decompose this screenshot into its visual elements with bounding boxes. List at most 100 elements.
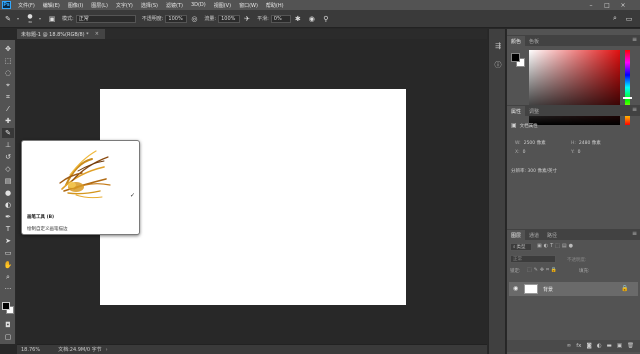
width-key: W: — [515, 141, 521, 146]
height-value[interactable]: 2480 像素 — [579, 141, 601, 146]
eye-icon[interactable]: ◉ — [513, 285, 518, 292]
lock-icon[interactable]: 🔒 — [621, 285, 628, 292]
history-brush-tool-icon[interactable]: ↺ — [2, 152, 14, 162]
eraser-tool-icon[interactable]: ◇ — [2, 164, 14, 174]
minimize-icon[interactable]: – — [584, 0, 598, 10]
document-info[interactable]: 文档:24.9M/0 字节 — [58, 346, 102, 353]
photoshop-window: Ps 文件(F) 编辑(E) 图像(I) 图层(L) 文字(Y) 选择(S) 滤… — [0, 0, 640, 354]
foreground-color-swatch[interactable] — [2, 302, 10, 310]
symmetry-icon[interactable]: ⚲ — [321, 14, 331, 24]
lock-label: 锁定: — [510, 269, 521, 274]
menu-type[interactable]: 文字(Y) — [112, 2, 137, 9]
more-tools-icon[interactable]: ··· — [2, 284, 14, 294]
menu-select[interactable]: 选择(S) — [137, 2, 162, 9]
tab-properties[interactable]: 属性 — [507, 106, 526, 116]
pressure-opacity-icon[interactable]: ◎ — [189, 14, 199, 24]
fx-icon[interactable]: fx — [576, 343, 581, 349]
menu-image[interactable]: 图像(I) — [64, 2, 87, 9]
eyedropper-tool-icon[interactable]: ⁄ — [2, 104, 14, 114]
brush-size-value: 30 — [28, 20, 32, 24]
search-icon[interactable]: ⌕ — [610, 14, 620, 24]
zoom-level[interactable]: 18.76% — [21, 347, 40, 353]
x-value[interactable]: 0 — [523, 150, 526, 155]
panel-menu-icon[interactable]: ≡ — [632, 106, 637, 113]
layer-row-background[interactable]: ◉ 背景 🔒 — [509, 282, 638, 296]
history-panel-icon[interactable]: ⇶ — [493, 41, 503, 51]
lasso-tool-icon[interactable]: ◌ — [2, 68, 14, 78]
smoothing-settings-icon[interactable]: ✱ — [293, 14, 303, 24]
flow-field[interactable]: 100% — [218, 14, 241, 23]
path-select-tool-icon[interactable]: ➤ — [2, 236, 14, 246]
panel-menu-icon[interactable]: ≡ — [632, 230, 637, 237]
layers-panel-tabs: 图层 通道 路径 ≡ — [507, 229, 640, 240]
opacity-field[interactable]: 100% — [165, 14, 188, 23]
gradient-tool-icon[interactable]: ▤ — [2, 176, 14, 186]
close-tab-icon[interactable]: × — [95, 31, 99, 37]
blend-mode-value: 正常 — [513, 257, 522, 262]
airbrush-icon[interactable]: ✈ — [242, 14, 252, 24]
menu-3d[interactable]: 3D(D) — [187, 2, 210, 8]
pen-tool-icon[interactable]: ✒ — [2, 212, 14, 222]
folder-icon[interactable]: ▬ — [607, 343, 612, 349]
brush-tool-icon[interactable]: ✎ — [2, 128, 14, 138]
tab-layers[interactable]: 图层 — [507, 230, 526, 240]
layer-filter-select[interactable]: ⌕ 类型 — [510, 243, 532, 251]
link-icon[interactable]: ∞ — [567, 343, 572, 349]
marquee-tool-icon[interactable]: ⬚ — [2, 56, 14, 66]
smoothing-field[interactable]: 0% — [270, 14, 291, 23]
menu-window[interactable]: 窗口(W) — [235, 2, 262, 9]
quick-select-tool-icon[interactable]: ⌖ — [2, 80, 14, 90]
type-tool-icon[interactable]: T — [2, 224, 14, 234]
menu-view[interactable]: 视图(V) — [210, 2, 235, 9]
hue-slider-marker[interactable] — [623, 97, 632, 99]
tab-swatches[interactable]: 色板 — [525, 36, 543, 46]
color-foreground-swatch[interactable] — [511, 53, 520, 62]
document-tab[interactable]: 未标题-1 @ 18.8%(RGB/8) * × — [17, 29, 105, 39]
chevron-down-icon[interactable]: ▾ — [39, 16, 41, 21]
healing-brush-tool-icon[interactable]: ✚ — [2, 116, 14, 126]
brush-size-picker[interactable]: ● 30 — [25, 13, 35, 24]
chevron-down-icon[interactable]: ▾ — [17, 16, 19, 21]
layer-filter-icons[interactable]: ▣◐T⬚▤● — [537, 243, 575, 249]
crop-tool-icon[interactable]: ⌗ — [2, 92, 14, 102]
brush-preset-icon[interactable]: ✎ — [3, 14, 13, 24]
tab-color[interactable]: 颜色 — [507, 36, 526, 46]
new-layer-icon[interactable]: ▣ — [617, 343, 622, 349]
lock-icons[interactable]: ⬚✎✥⌗🔒 — [527, 267, 559, 273]
info-panel-icon[interactable]: ⓘ — [493, 60, 503, 70]
mask-icon[interactable]: ◙ — [586, 343, 591, 349]
panel-menu-icon[interactable]: ≡ — [632, 36, 637, 43]
trash-icon[interactable]: 🗑 — [627, 343, 634, 349]
pressure-size-icon[interactable]: ◉ — [307, 14, 317, 24]
maximize-icon[interactable]: □ — [600, 0, 614, 10]
mode-select[interactable]: 正常 — [75, 14, 136, 23]
move-tool-icon[interactable]: ✥ — [2, 44, 14, 54]
tab-channels[interactable]: 通道 — [525, 230, 543, 240]
workspace-icon[interactable]: ▭ — [624, 14, 634, 24]
layer-opacity-label: 不透明度: — [567, 258, 587, 263]
menu-layer[interactable]: 图层(L) — [87, 2, 112, 9]
menu-edit[interactable]: 编辑(E) — [39, 2, 64, 9]
y-value[interactable]: 0 — [578, 150, 581, 155]
chevron-right-icon[interactable]: › — [106, 347, 108, 353]
tab-adjustments[interactable]: 调整 — [525, 106, 543, 116]
screen-mode-icon[interactable]: ▢ — [2, 332, 14, 342]
flow-label: 流量: — [204, 16, 217, 22]
tab-paths[interactable]: 路径 — [543, 230, 561, 240]
shape-tool-icon[interactable]: ▭ — [2, 248, 14, 258]
blur-tool-icon[interactable]: ● — [2, 188, 14, 198]
menu-help[interactable]: 帮助(H) — [262, 2, 288, 9]
dodge-tool-icon[interactable]: ◐ — [2, 200, 14, 210]
hand-tool-icon[interactable]: ✋ — [2, 260, 14, 270]
brush-panel-icon[interactable]: ▣ — [47, 14, 57, 24]
menu-file[interactable]: 文件(F) — [14, 2, 39, 9]
menu-filter[interactable]: 滤镜(T) — [162, 2, 187, 9]
document-canvas[interactable] — [100, 89, 406, 305]
clone-stamp-tool-icon[interactable]: ⊥ — [2, 140, 14, 150]
close-window-icon[interactable]: × — [616, 0, 630, 10]
blend-mode-select[interactable]: 正常 — [510, 255, 556, 263]
zoom-tool-icon[interactable]: ⌕ — [2, 272, 14, 282]
adjustment-icon[interactable]: ◐ — [597, 343, 602, 349]
quick-mask-icon[interactable]: ◘ — [2, 320, 14, 330]
width-value[interactable]: 2500 像素 — [524, 141, 546, 146]
